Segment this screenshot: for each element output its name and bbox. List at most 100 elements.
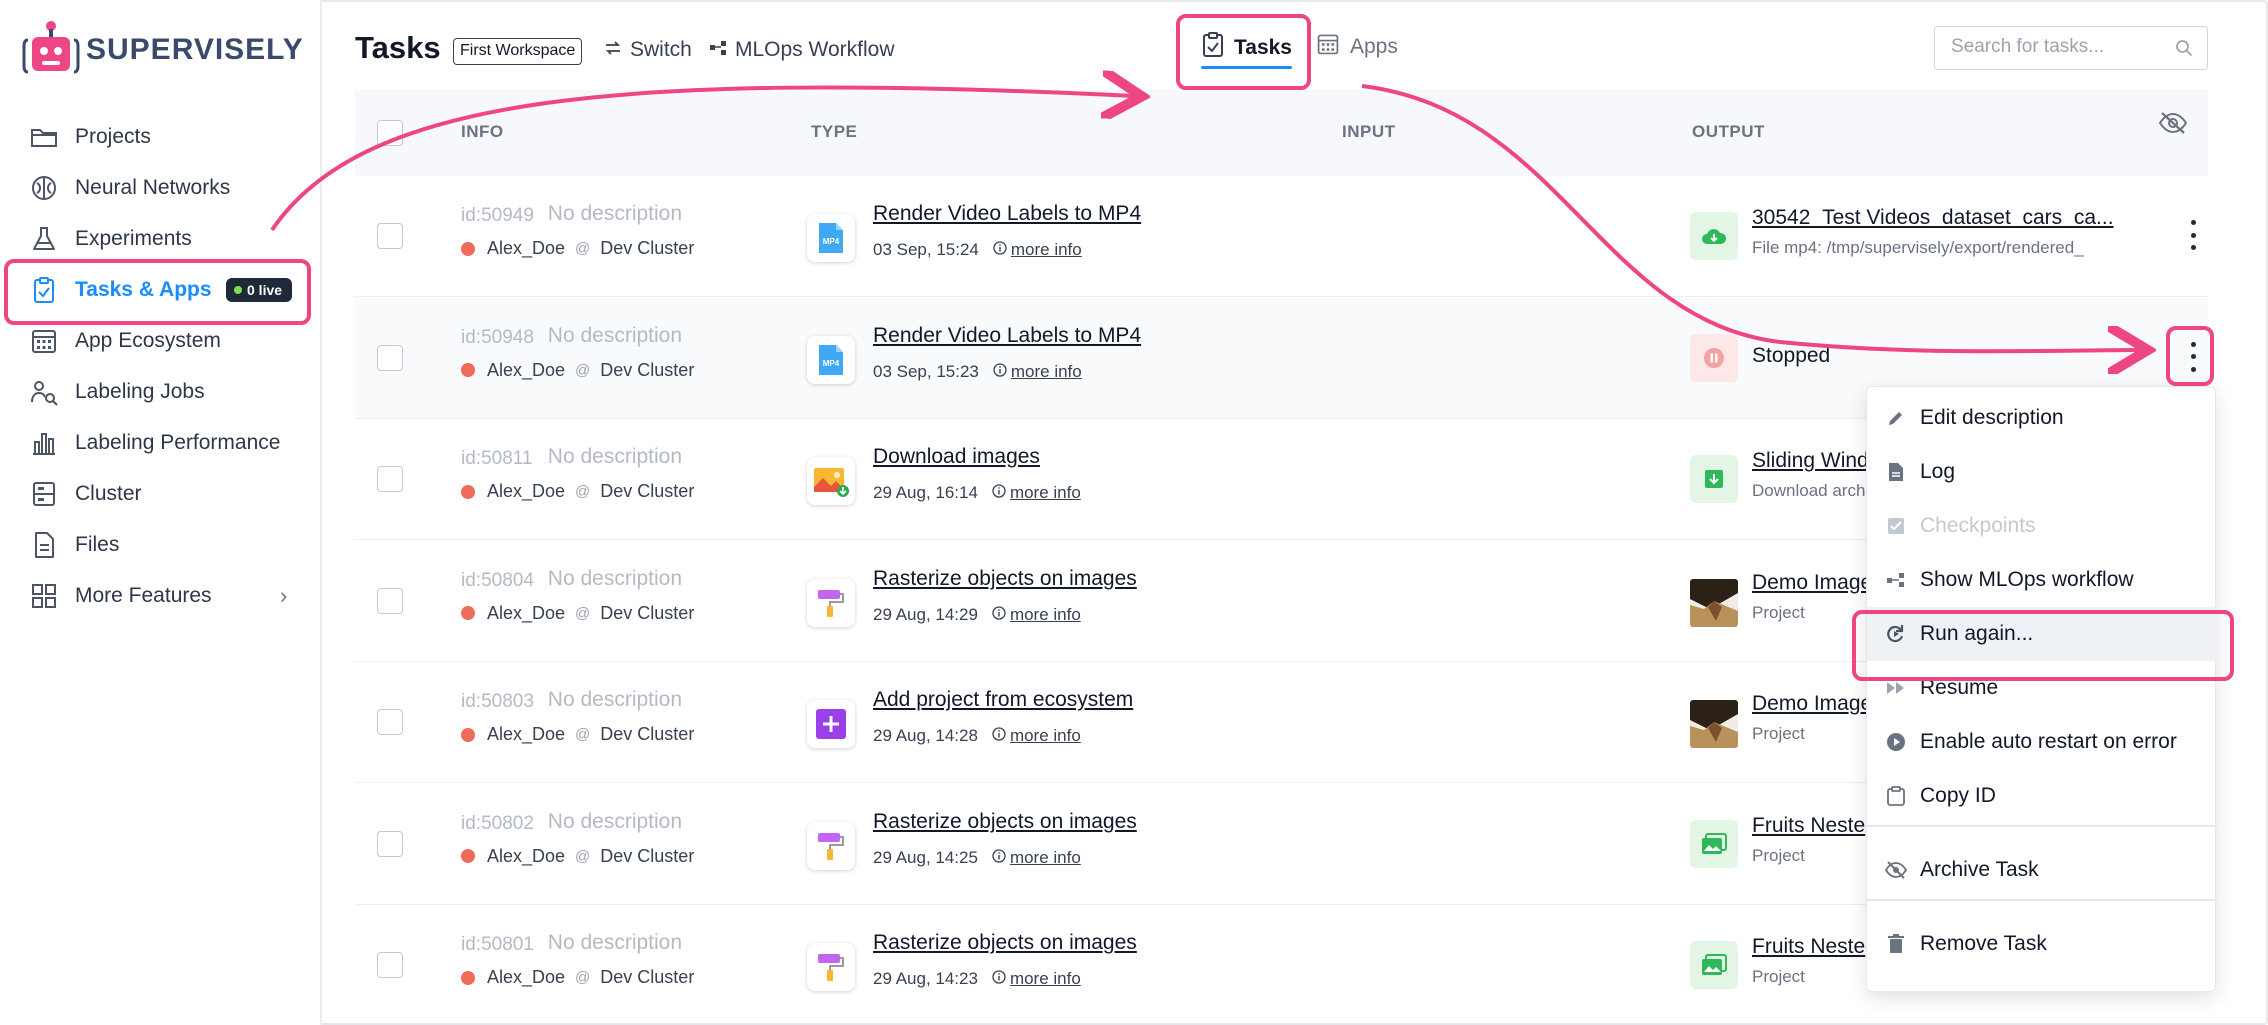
task-type-link[interactable]: Render Video Labels to MP4 [873, 324, 1141, 348]
menu-item-show-mlops-workflow[interactable]: Show MLOps workflow [1867, 553, 2217, 607]
tab-apps[interactable]: Apps [1316, 32, 1398, 62]
sidebar-item-neural-networks[interactable]: Neural Networks [0, 163, 322, 213]
task-description[interactable]: No description [548, 567, 682, 591]
task-id: id:50804 [461, 569, 534, 591]
paint-roller-icon [807, 943, 855, 991]
brand-logo[interactable]: SUPERVISELY [22, 20, 304, 80]
task-description[interactable]: No description [548, 810, 682, 834]
row-checkbox[interactable] [377, 587, 403, 614]
row-checkbox[interactable] [377, 223, 403, 249]
task-type-link[interactable]: Rasterize objects on images [873, 567, 1137, 591]
menu-item-log[interactable]: Log [1867, 445, 2217, 499]
task-context-menu: Edit description Log Checkpoints Show ML… [1866, 386, 2217, 992]
output-link[interactable]: Fruits Neste [1752, 814, 1865, 838]
cluster-name[interactable]: Dev Cluster [600, 360, 694, 381]
row-checkbox[interactable] [377, 952, 403, 978]
more-info-link[interactable]: more info [992, 848, 1081, 868]
task-id: id:50948 [461, 326, 534, 348]
table-header: INFO TYPE INPUT OUTPUT [355, 90, 2208, 176]
cluster-name[interactable]: Dev Cluster [600, 967, 694, 988]
search-input[interactable] [1951, 27, 2171, 67]
user-name[interactable]: Alex_Doe [487, 967, 565, 988]
task-description[interactable]: No description [548, 688, 682, 712]
task-description[interactable]: No description [548, 445, 682, 469]
switch-workspace-button[interactable]: Switch [604, 38, 692, 62]
menu-item-resume[interactable]: Resume [1867, 661, 2217, 715]
row-more-actions-button[interactable] [2189, 220, 2197, 250]
task-description[interactable]: No description [548, 931, 682, 955]
sidebar-item-experiments[interactable]: Experiments [0, 214, 322, 264]
task-type-link[interactable]: Rasterize objects on images [873, 931, 1137, 955]
task-type-link[interactable]: Render Video Labels to MP4 [873, 202, 1141, 226]
table-row[interactable]: id:50949 No description Alex_Doe @ Dev C… [355, 176, 2208, 297]
menu-item-enable-auto-restart-on-error[interactable]: Enable auto restart on error [1867, 715, 2217, 769]
user-name[interactable]: Alex_Doe [487, 238, 565, 259]
more-info-link[interactable]: more info [992, 483, 1081, 503]
user-name[interactable]: Alex_Doe [487, 724, 565, 745]
more-info-link[interactable]: more info [993, 240, 1082, 260]
cluster-name[interactable]: Dev Cluster [600, 481, 694, 502]
sidebar-item-cluster[interactable]: Cluster [0, 469, 322, 519]
paint-roller-icon [807, 821, 855, 870]
output-link[interactable]: Fruits Neste [1752, 935, 1865, 959]
row-more-actions-button[interactable] [2189, 341, 2197, 372]
bar-chart-icon [30, 429, 58, 457]
sidebar-item-app-ecosystem[interactable]: App Ecosystem [0, 316, 322, 366]
output-link[interactable]: 30542_Test Videos_dataset_cars_ca... [1752, 206, 2114, 230]
more-info-link[interactable]: more info [992, 726, 1081, 746]
sidebar-item-tasks-apps[interactable]: Tasks & Apps 0 live [0, 265, 322, 315]
stopped-status-icon [1690, 333, 1738, 382]
row-checkbox[interactable] [377, 709, 403, 735]
sidebar-item-labeling-jobs[interactable]: Labeling Jobs [0, 367, 322, 417]
row-checkbox[interactable] [377, 830, 403, 857]
task-type-link[interactable]: Download images [873, 445, 1040, 469]
row-checkbox[interactable] [377, 344, 403, 371]
cluster-name[interactable]: Dev Cluster [600, 238, 694, 259]
sidebar-item-files[interactable]: Files [0, 520, 322, 570]
task-owner: Alex_Doe @ Dev Cluster [461, 603, 694, 624]
task-type-link[interactable]: Rasterize objects on images [873, 810, 1137, 834]
sidebar-item-more-features[interactable]: More Features › [0, 571, 322, 621]
output-subtitle: Download arch [1752, 481, 1866, 500]
task-description[interactable]: No description [548, 202, 682, 226]
sidebar-item-projects[interactable]: Projects [0, 112, 322, 162]
row-checkbox[interactable] [377, 466, 403, 492]
user-name[interactable]: Alex_Doe [487, 603, 565, 624]
task-type-link[interactable]: Add project from ecosystem [873, 688, 1133, 712]
user-name[interactable]: Alex_Doe [487, 360, 565, 381]
sidebar-item-label: Cluster [75, 482, 142, 505]
output-link[interactable]: Demo Image [1752, 571, 1872, 595]
menu-item-label: Resume [1920, 676, 1999, 699]
task-description[interactable]: No description [548, 324, 682, 348]
more-info-link[interactable]: more info [992, 605, 1081, 625]
select-all-checkbox[interactable] [377, 120, 403, 146]
menu-item-copy-id[interactable]: Copy ID [1867, 769, 2217, 823]
menu-item-run-again[interactable]: Run again... [1867, 607, 2217, 661]
more-info-link[interactable]: more info [993, 362, 1082, 382]
sidebar-item-labeling-performance[interactable]: Labeling Performance [0, 418, 322, 468]
cloud-download-icon [1690, 212, 1738, 260]
cluster-name[interactable]: Dev Cluster [600, 724, 694, 745]
tab-tasks[interactable]: Tasks [1202, 32, 1292, 64]
user-name[interactable]: Alex_Doe [487, 481, 565, 502]
checkbox-icon [1885, 515, 1907, 537]
output-link[interactable]: Demo Image [1752, 692, 1872, 716]
menu-item-edit-description[interactable]: Edit description [1867, 391, 2217, 445]
workspace-chip[interactable]: First Workspace [453, 38, 583, 65]
output-subtitle: Project [1752, 724, 1805, 743]
menu-item-remove-task[interactable]: Remove Task [1867, 917, 2217, 971]
hide-columns-eye-off-icon[interactable] [2158, 110, 2188, 141]
document-icon [1885, 461, 1907, 483]
cluster-name[interactable]: Dev Cluster [600, 846, 694, 867]
menu-item-archive-task[interactable]: Archive Task [1867, 843, 2217, 897]
more-info-link[interactable]: more info [992, 969, 1081, 989]
output-link[interactable]: Sliding Wind [1752, 449, 1869, 473]
user-avatar-dot [461, 484, 475, 499]
calendar-grid-icon [1316, 32, 1340, 62]
search-icon[interactable] [2175, 39, 2193, 62]
task-date: 29 Aug, 16:14 more info [873, 483, 1081, 503]
user-name[interactable]: Alex_Doe [487, 846, 565, 867]
mlops-workflow-button[interactable]: MLOps Workflow [709, 38, 894, 62]
cluster-name[interactable]: Dev Cluster [600, 603, 694, 624]
task-timestamp: 29 Aug, 14:23 [873, 969, 978, 988]
